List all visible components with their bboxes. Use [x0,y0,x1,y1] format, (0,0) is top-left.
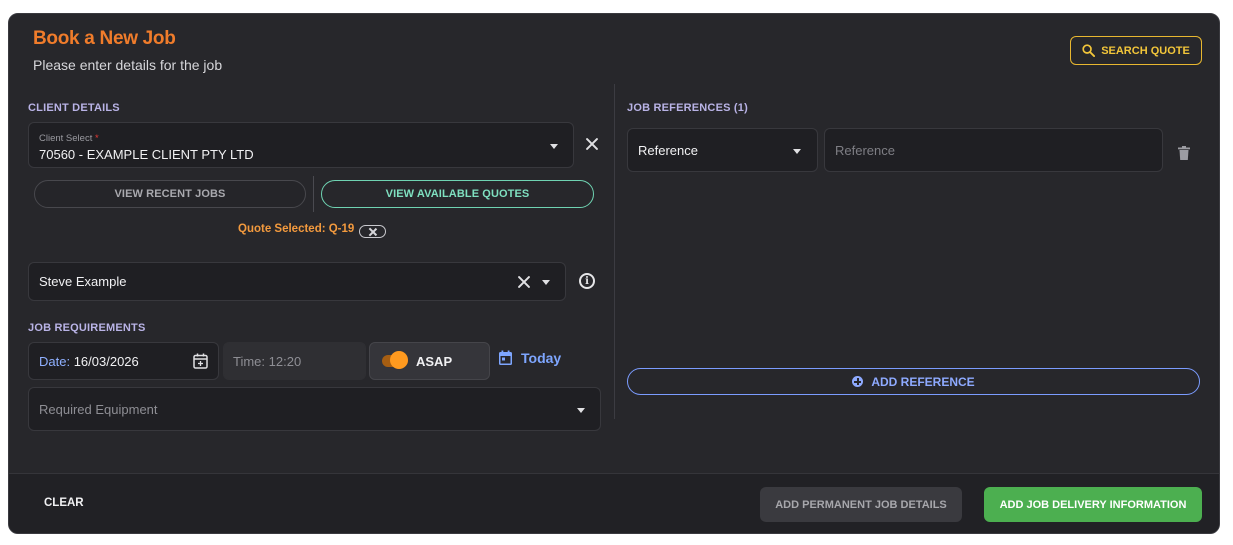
column-divider [614,84,615,419]
clear-button[interactable]: CLEAR [44,497,84,509]
view-available-quotes-button[interactable]: VIEW AVAILABLE QUOTES [321,180,594,208]
add-permanent-job-details-button[interactable]: ADD PERMANENT JOB DETAILS [760,487,962,522]
page-subtitle: Please enter details for the job [33,57,223,73]
calendar-icon[interactable] [193,353,208,369]
reference-type-select[interactable]: Reference [627,128,818,172]
reference-input[interactable]: Reference [824,128,1163,172]
search-icon [1082,44,1096,57]
reference-input-placeholder: Reference [835,143,895,158]
chevron-down-icon[interactable] [542,280,550,285]
job-references-heading: JOB REFERENCES (1) [627,102,748,114]
asap-toggle-knob[interactable] [390,351,408,369]
page-title: Book a New Job [33,28,176,49]
client-details-heading: CLIENT DETAILS [28,102,120,114]
button-divider [313,176,314,212]
asap-toggle-field[interactable]: ASAP [369,342,490,380]
close-icon [369,228,377,236]
required-marker: * [94,133,99,144]
add-reference-button[interactable]: ADD REFERENCE [627,368,1200,395]
clear-contact-icon[interactable] [517,275,531,289]
footer-bar: CLEAR ADD PERMANENT JOB DETAILS ADD JOB … [9,473,1219,533]
date-value: 16/03/2026 [73,354,139,369]
info-icon[interactable]: i [579,273,595,289]
asap-label: ASAP [416,354,453,369]
client-select[interactable]: Client Select * 70560 - EXAMPLE CLIENT P… [28,122,574,168]
book-job-card: Book a New Job Please enter details for … [8,13,1220,534]
trash-icon[interactable] [1178,146,1190,160]
required-equipment-placeholder: Required Equipment [39,402,158,417]
date-field[interactable]: Date: 16/03/2026 [28,342,219,380]
view-recent-jobs-button[interactable]: VIEW RECENT JOBS [34,180,306,208]
plus-circle-icon [852,376,864,387]
remove-quote-chip[interactable] [359,225,386,238]
client-select-value: 70560 - EXAMPLE CLIENT PTY LTD [39,147,254,162]
add-job-delivery-information-button[interactable]: ADD JOB DELIVERY INFORMATION [984,487,1202,522]
contact-select-value: Steve Example [39,274,127,289]
chevron-down-icon[interactable] [550,144,558,149]
chevron-down-icon[interactable] [577,408,585,413]
time-label: Time: [233,354,266,369]
search-quote-label: SEARCH QUOTE [1101,44,1190,57]
contact-select[interactable]: Steve Example [28,262,566,301]
chevron-down-icon[interactable] [793,149,801,154]
required-equipment-select[interactable]: Required Equipment [28,387,601,431]
search-quote-button[interactable]: SEARCH QUOTE [1070,36,1202,65]
add-reference-label: ADD REFERENCE [871,374,975,389]
calendar-icon [499,350,512,365]
date-label: Date: [39,354,71,369]
today-label: Today [521,350,562,366]
client-select-label: Client Select * [39,133,99,144]
clear-client-icon[interactable] [585,137,599,151]
quote-selected-text: Quote Selected: Q-19 [238,223,355,235]
time-field[interactable]: Time: 12:20 [223,342,366,380]
today-button[interactable]: Today [498,350,561,366]
job-requirements-heading: JOB REQUIREMENTS [28,322,146,334]
reference-type-value: Reference [638,143,698,158]
time-value: 12:20 [268,354,302,369]
